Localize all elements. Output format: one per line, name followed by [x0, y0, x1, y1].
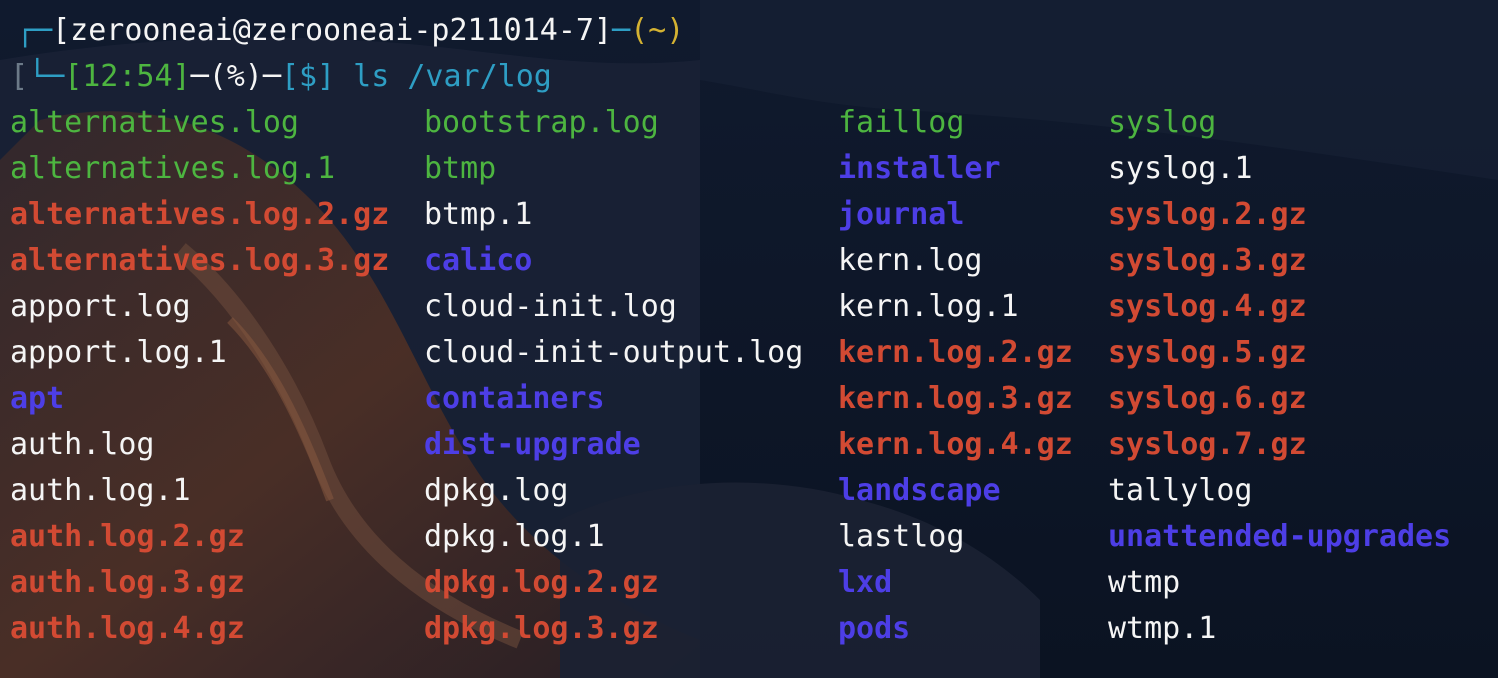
file-entry: dpkg.log.2.gz [424, 565, 659, 600]
directory-entry: unattended-upgrades [1108, 519, 1452, 554]
file-entry: alternatives.log.2.gz [10, 197, 390, 232]
directory-entry: lxd [838, 565, 893, 600]
file-entry: dpkg.log.3.gz [424, 611, 659, 646]
file-entry: cloud-init.log [424, 289, 677, 324]
file-entry: syslog.4.gz [1108, 289, 1307, 324]
prompt-dash: ─ [612, 13, 631, 48]
prompt-line-2: [└─[12:54]─(%)─[$] ls /var/log [10, 54, 1498, 100]
file-entry: kern.log.3.gz [838, 381, 1073, 416]
file-entry: auth.log [10, 427, 155, 462]
directory-entry: landscape [838, 473, 1001, 508]
file-entry: dpkg.log.1 [424, 519, 605, 554]
file-entry: lastlog [838, 519, 965, 554]
file-entry: apport.log [10, 289, 191, 324]
file-entry: auth.log.2.gz [10, 519, 245, 554]
prompt-percent: (%) [208, 59, 263, 94]
prompt-dash-2: ─ [262, 59, 281, 94]
prompt-dash-1: ─ [190, 59, 209, 94]
directory-entry: installer [838, 151, 1001, 186]
file-entry: syslog.3.gz [1108, 243, 1307, 278]
prompt-symbol: [$] [280, 59, 336, 94]
file-entry: alternatives.log.1 [10, 151, 336, 186]
directory-entry: calico [424, 243, 533, 278]
directory-entry: containers [424, 381, 605, 416]
file-entry: btmp [424, 151, 497, 186]
file-entry: wtmp.1 [1108, 611, 1217, 646]
file-entry: alternatives.log.3.gz [10, 243, 390, 278]
file-entry: auth.log.3.gz [10, 565, 245, 600]
file-entry: syslog.5.gz [1108, 335, 1307, 370]
file-entry: cloud-init-output.log [424, 335, 804, 370]
ls-output-grid: alternatives.log bootstrap.log faillog sysl… [10, 100, 1498, 652]
directory-entry: pods [838, 611, 911, 646]
directory-entry: dist-upgrade [424, 427, 641, 462]
file-entry: syslog [1108, 105, 1217, 140]
file-entry: kern.log.1 [838, 289, 1019, 324]
command-text: ls /var/log [335, 59, 552, 94]
prompt-user-host: [zerooneai@zerooneai-p211014-7] [52, 13, 613, 48]
file-entry: kern.log.4.gz [838, 427, 1073, 462]
file-entry: syslog.1 [1108, 151, 1253, 186]
file-entry: kern.log [838, 243, 983, 278]
file-entry: btmp.1 [424, 197, 533, 232]
prompt-cwd: (~) [630, 13, 685, 48]
directory-entry: journal [838, 197, 965, 232]
terminal-content: ┌─[zerooneai@zerooneai-p211014-7]─(~) [└… [0, 0, 1498, 652]
directory-entry: apt [10, 381, 65, 416]
file-entry: faillog [838, 105, 965, 140]
file-entry: tallylog [1108, 473, 1253, 508]
terminal-window[interactable]: ┌─[zerooneai@zerooneai-p211014-7]─(~) [└… [0, 0, 1498, 678]
file-entry: syslog.6.gz [1108, 381, 1307, 416]
file-entry: dpkg.log [424, 473, 569, 508]
prompt-cursor-mark: [ [10, 59, 29, 94]
prompt-line-1: ┌─[zerooneai@zerooneai-p211014-7]─(~) [10, 8, 1498, 54]
file-entry: wtmp [1108, 565, 1181, 600]
prompt-time: [12:54] [64, 59, 191, 94]
file-entry: apport.log.1 [10, 335, 227, 370]
file-entry: syslog.7.gz [1108, 427, 1307, 462]
file-entry: auth.log.4.gz [10, 611, 245, 646]
file-entry: bootstrap.log [424, 105, 659, 140]
file-entry: auth.log.1 [10, 473, 191, 508]
file-entry: syslog.2.gz [1108, 197, 1307, 232]
file-entry: kern.log.2.gz [838, 335, 1073, 370]
file-entry: alternatives.log [10, 105, 299, 140]
prompt-corner-top: ┌─ [16, 13, 53, 48]
prompt-corner-bottom: └─ [28, 59, 65, 94]
